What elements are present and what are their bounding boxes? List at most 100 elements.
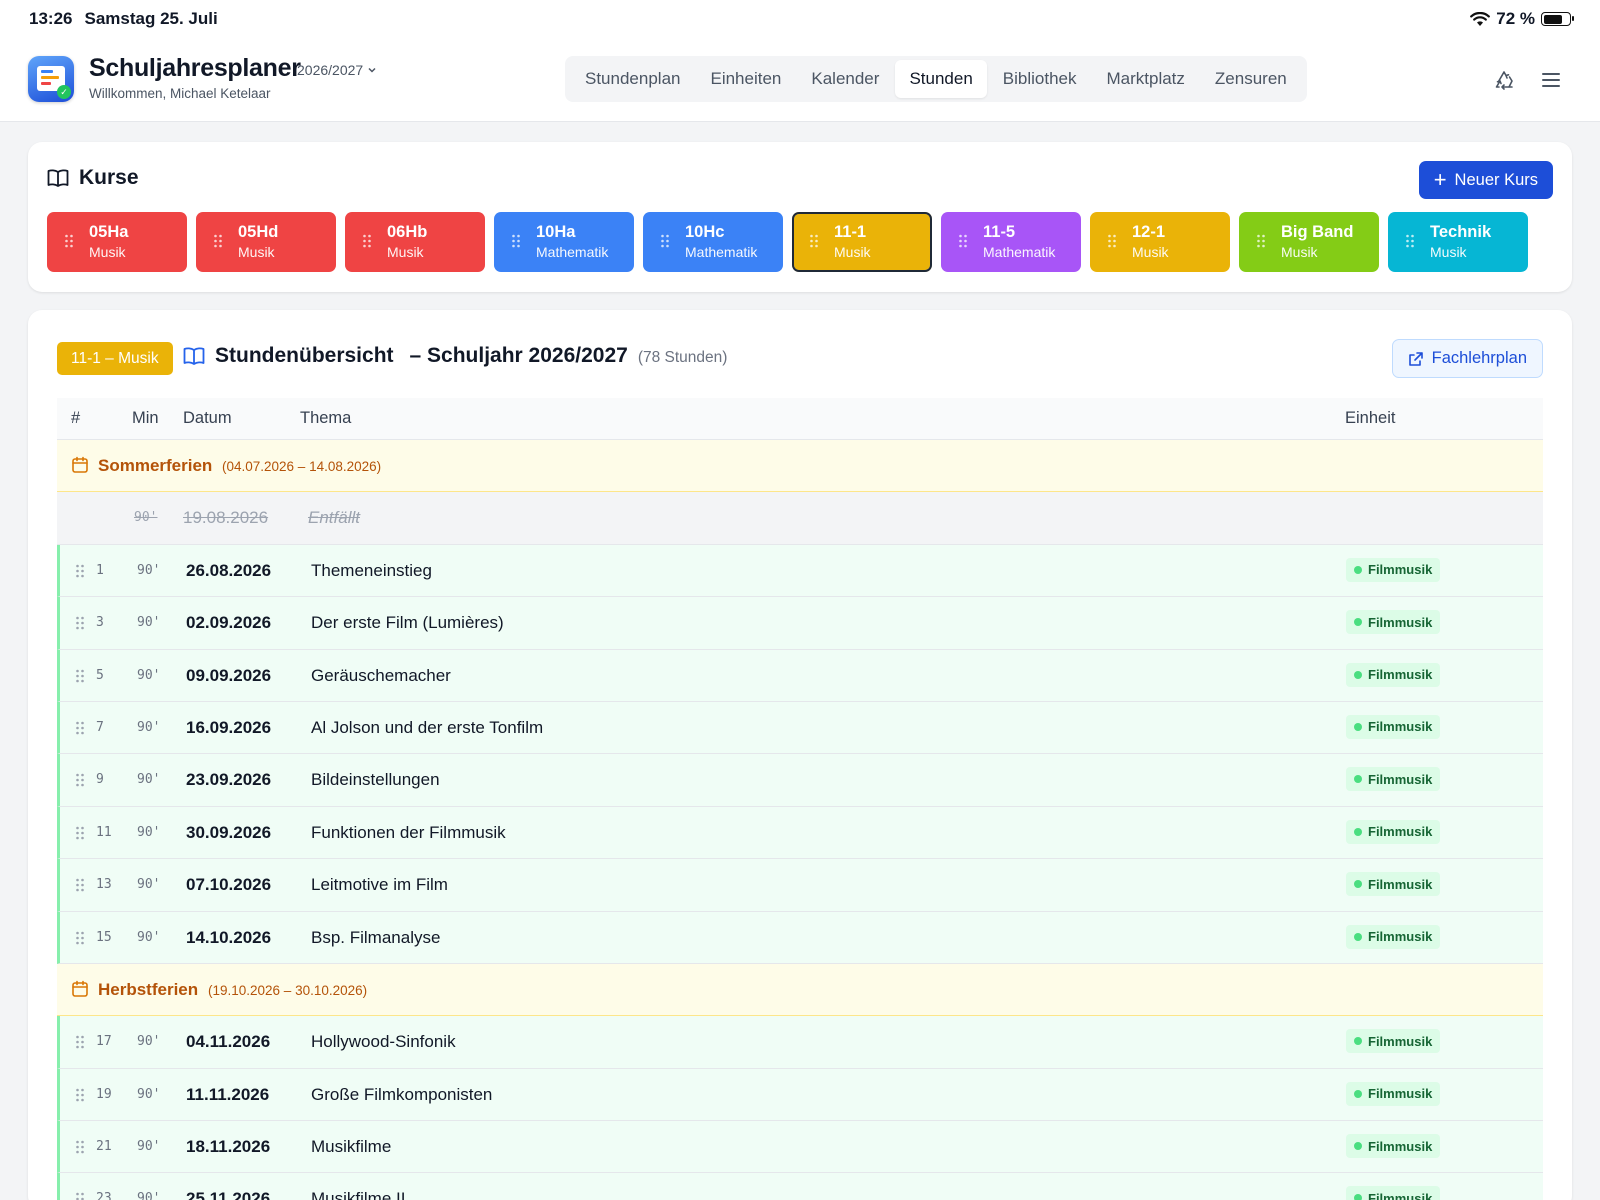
drag-handle-icon[interactable]	[76, 616, 84, 630]
tab-kalender[interactable]: Kalender	[797, 60, 893, 98]
course-list: 05Ha Musik 05Hd Musik 06Hb Musik 10Ha Mathemati…	[47, 212, 1528, 272]
drag-handle-icon[interactable]	[76, 1088, 84, 1102]
tab-einheiten[interactable]: Einheiten	[696, 60, 795, 98]
course-chip[interactable]: 05Hd Musik	[196, 212, 336, 272]
table-row[interactable]: 23 90' 25.11.2026 Musikfilme II Filmmusik	[57, 1173, 1543, 1200]
drag-handle-icon[interactable]	[1257, 234, 1265, 248]
course-name: 10Hc	[685, 223, 725, 241]
drag-handle-icon[interactable]	[76, 878, 84, 892]
course-chip[interactable]: 11-5 Mathematik	[941, 212, 1081, 272]
drag-handle-icon[interactable]	[1406, 234, 1414, 248]
lesson-minutes: 90'	[137, 667, 161, 683]
drag-handle-icon[interactable]	[65, 234, 73, 248]
drag-handle-icon[interactable]	[76, 669, 84, 683]
drag-handle-icon[interactable]	[76, 721, 84, 735]
drag-handle-icon[interactable]	[363, 234, 371, 248]
course-chip[interactable]: 11-1 Musik	[792, 212, 932, 272]
table-body: Sommerferien (04.07.2026 – 14.08.2026) 90'…	[57, 440, 1543, 1200]
table-row[interactable]: 7 90' 16.09.2026 Al Jolson und der erste To…	[57, 701, 1543, 755]
lesson-date: 11.11.2026	[186, 1084, 270, 1104]
app-header: ✓ Schuljahresplaner Willkommen, Michael …	[0, 38, 1600, 122]
holiday-range: (19.10.2026 – 30.10.2026)	[208, 982, 368, 998]
course-subject: Musik	[1281, 244, 1318, 260]
table-row[interactable]: 13 90' 07.10.2026 Leitmotive im Film Filmmus…	[57, 859, 1543, 912]
drag-handle-icon[interactable]	[661, 234, 669, 248]
drag-handle-icon[interactable]	[1108, 234, 1116, 248]
lesson-minutes: 90'	[137, 929, 161, 945]
course-chip[interactable]: Big Band Musik	[1239, 212, 1379, 272]
drag-handle-icon[interactable]	[214, 234, 222, 248]
lessons-card: 11-1 – Musik Stundenübersicht – Schuljah…	[28, 310, 1572, 1200]
lesson-minutes: 90'	[137, 1034, 161, 1050]
tab-marktplatz[interactable]: Marktplatz	[1093, 60, 1199, 98]
table-row[interactable]: 11 90' 30.09.2026 Funktionen der Filmmusik F…	[57, 806, 1543, 860]
drag-handle-icon[interactable]	[76, 564, 84, 578]
drag-handle-icon[interactable]	[810, 234, 818, 248]
menu-icon[interactable]	[1539, 68, 1563, 92]
table-row[interactable]: 15 90' 14.10.2026 Bsp. Filmanalyse Filmmusik	[57, 911, 1543, 964]
drag-handle-icon[interactable]	[76, 1192, 84, 1200]
drag-handle-icon[interactable]	[76, 1140, 84, 1154]
lesson-minutes: 90'	[137, 615, 161, 631]
drag-handle-icon[interactable]	[76, 1035, 84, 1049]
unit-badge[interactable]: Filmmusik	[1346, 924, 1441, 949]
external-link-icon	[1408, 351, 1423, 366]
drag-handle-icon[interactable]	[76, 773, 84, 787]
unit-badge[interactable]: Filmmusik	[1346, 872, 1441, 897]
school-year-select[interactable]: 2026/2027	[297, 62, 377, 78]
unit-badge[interactable]: Filmmusik	[1346, 1134, 1441, 1159]
book-icon	[183, 347, 205, 365]
unit-badge[interactable]: Filmmusik	[1346, 662, 1441, 687]
lesson-topic: Entfällt	[308, 508, 360, 528]
table-row[interactable]: 5 90' 09.09.2026 Geräuschemacher Filmmusik	[57, 649, 1543, 702]
header-min: Min	[132, 409, 159, 427]
lesson-minutes: 90'	[134, 510, 158, 526]
course-chip[interactable]: 06Hb Musik	[345, 212, 485, 272]
drag-handle-icon[interactable]	[76, 931, 84, 945]
table-row[interactable]: 3 90' 02.09.2026 Der erste Film (Lumières) F…	[57, 597, 1543, 650]
course-chip[interactable]: 12-1 Musik	[1090, 212, 1230, 272]
unit-badge[interactable]: Filmmusik	[1346, 767, 1441, 792]
course-name: 05Hd	[238, 223, 279, 241]
unit-badge[interactable]: Filmmusik	[1346, 1029, 1441, 1054]
tab-bibliothek[interactable]: Bibliothek	[989, 60, 1091, 98]
table-row[interactable]: 9 90' 23.09.2026 Bildeinstellungen Filmmusik	[57, 754, 1543, 807]
lesson-number: 15	[96, 929, 112, 945]
unit-label: Filmmusik	[1368, 667, 1433, 683]
fachlehrplan-button[interactable]: Fachlehrplan	[1391, 339, 1543, 378]
course-subject: Musik	[238, 244, 275, 260]
unit-dot	[1354, 670, 1362, 679]
recycle-icon[interactable]	[1492, 68, 1516, 92]
tab-zensuren[interactable]: Zensuren	[1201, 60, 1301, 98]
unit-badge[interactable]: Filmmusik	[1346, 557, 1441, 582]
unit-badge[interactable]: Filmmusik	[1346, 1186, 1441, 1200]
lesson-number: 5	[96, 667, 104, 683]
unit-badge[interactable]: Filmmusik	[1346, 610, 1441, 635]
tab-stundenplan[interactable]: Stundenplan	[571, 60, 694, 98]
unit-badge[interactable]: Filmmusik	[1346, 714, 1441, 739]
unit-badge[interactable]: Filmmusik	[1346, 819, 1441, 844]
unit-dot	[1354, 565, 1362, 574]
course-chip[interactable]: 10Hc Mathematik	[643, 212, 783, 272]
table-row[interactable]: 1 90' 26.08.2026 Themeneinstieg Filmmusik	[57, 544, 1543, 598]
lessons-table: # Min Datum Thema Einheit Sommerferien (0…	[57, 398, 1543, 1200]
drag-handle-icon[interactable]	[959, 234, 967, 248]
lesson-topic: Geräuschemacher	[311, 665, 451, 685]
tab-stunden[interactable]: Stunden	[895, 60, 987, 98]
course-chip[interactable]: Technik Musik	[1388, 212, 1528, 272]
lesson-topic: Al Jolson und der erste Tonfilm	[311, 717, 544, 737]
drag-handle-icon[interactable]	[512, 234, 520, 248]
unit-dot	[1354, 775, 1362, 784]
table-row[interactable]: 21 90' 18.11.2026 Musikfilme Filmmusik	[57, 1121, 1543, 1174]
drag-handle-icon[interactable]	[76, 826, 84, 840]
course-chip[interactable]: 05Ha Musik	[47, 212, 187, 272]
course-name: Technik	[1430, 223, 1492, 241]
new-course-button[interactable]: + Neuer Kurs	[1418, 161, 1553, 199]
status-date: Samstag 25. Juli	[84, 9, 218, 28]
unit-label: Filmmusik	[1368, 824, 1433, 840]
unit-badge[interactable]: Filmmusik	[1346, 1081, 1441, 1106]
course-chip[interactable]: 10Ha Mathematik	[494, 212, 634, 272]
table-row[interactable]: 17 90' 04.11.2026 Hollywood-Sinfonik Filmmus…	[57, 1016, 1543, 1069]
lesson-topic: Funktionen der Filmmusik	[311, 822, 506, 842]
table-row[interactable]: 19 90' 11.11.2026 Große Filmkomponisten Film…	[57, 1068, 1543, 1122]
